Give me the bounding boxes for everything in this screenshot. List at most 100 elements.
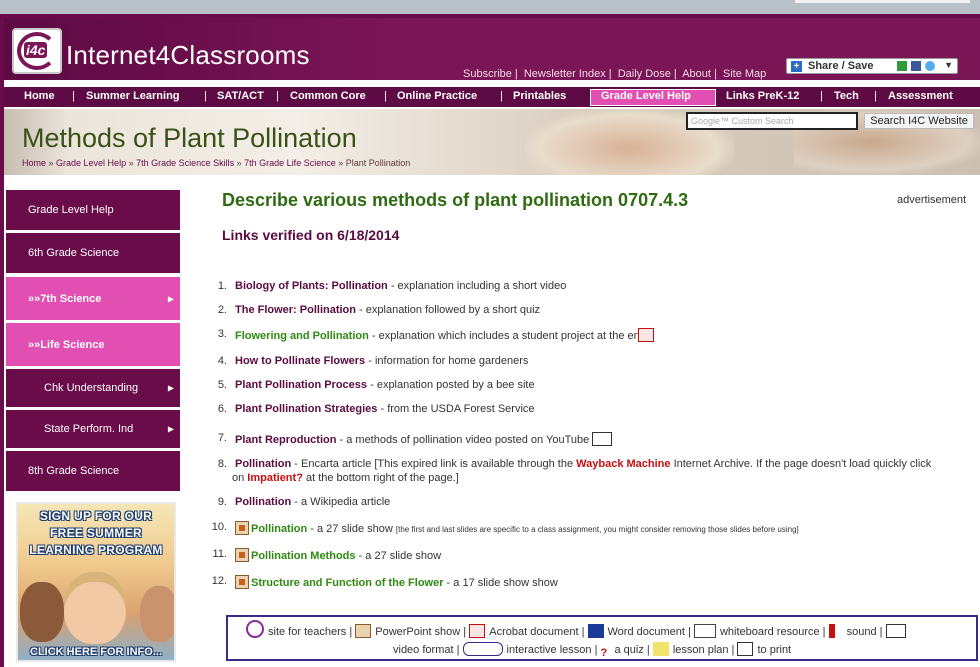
breadcrumb-7th-life-science[interactable]: 7th Grade Life Science: [244, 158, 336, 168]
advertisement-label: advertisement: [897, 194, 967, 206]
nav-common-core[interactable]: Common Core: [290, 90, 366, 102]
resource-link[interactable]: The Flower: Pollination: [235, 304, 356, 316]
resource-link[interactable]: Pollination: [251, 523, 307, 535]
share-save-button[interactable]: + Share / Save ▼: [786, 58, 958, 74]
resource-link[interactable]: Plant Pollination Process: [235, 379, 367, 391]
sidebar-item-grade-level-help[interactable]: Grade Level Help: [6, 190, 180, 230]
share-email-icon: [897, 61, 907, 71]
promo-headline: SIGN UP FOR OUR FREE SUMMER LEARNING PRO…: [29, 509, 163, 557]
sidebar-item-label: »»Life Science: [28, 338, 105, 351]
twitter-icon: [925, 61, 935, 71]
quiz-icon: ?: [600, 647, 608, 659]
resource-link[interactable]: Plant Pollination Strategies: [235, 403, 377, 415]
sidebar-item-label: 6th Grade Science: [28, 247, 120, 259]
breadcrumb-current: Plant Pollination: [345, 158, 411, 168]
nav-printables[interactable]: Printables: [513, 90, 566, 102]
browser-top-bar: [0, 0, 980, 14]
whiteboard-icon: [693, 624, 716, 638]
sidebar-item-label: 8th Grade Science: [28, 465, 120, 477]
toplink-newsletter[interactable]: Newsletter Index: [524, 68, 606, 80]
site-name[interactable]: Internet4Classrooms: [66, 40, 310, 71]
sidebar-item-state-perform[interactable]: State Perform. Ind ▶: [6, 410, 180, 448]
breadcrumb-home[interactable]: Home: [22, 158, 46, 168]
powerpoint-icon: [235, 548, 249, 562]
plus-icon: +: [791, 61, 802, 72]
share-label: Share / Save: [808, 60, 874, 72]
print-icon: [737, 642, 754, 656]
icon-legend: site for teachers | PowerPoint show | Ac…: [226, 615, 978, 661]
breadcrumb-grade-level-help[interactable]: Grade Level Help: [56, 158, 126, 168]
resource-link[interactable]: Pollination Methods: [251, 550, 356, 562]
double-chevron-icon: »»: [28, 338, 41, 351]
search-button[interactable]: Search I4C Website: [864, 113, 974, 129]
sound-icon: [828, 624, 843, 638]
acrobat-icon: [469, 624, 486, 638]
resource-link[interactable]: Pollination: [235, 496, 291, 508]
lesson-plan-icon: [652, 642, 669, 656]
nav-grade-level-help[interactable]: Grade Level Help: [601, 90, 691, 102]
nav-assessment[interactable]: Assessment: [888, 90, 953, 102]
legend-row-2: video format | interactive lesson | ? a q…: [393, 642, 792, 659]
breadcrumb-7th-science-skills[interactable]: 7th Grade Science Skills: [136, 158, 234, 168]
toplink-subscribe[interactable]: Subscribe: [463, 68, 512, 80]
logo-text: i4c: [24, 42, 48, 58]
search-input[interactable]: Google™ Custom Search: [686, 112, 858, 130]
sidebar-item-life-science[interactable]: »»Life Science: [6, 323, 180, 366]
breadcrumb: Home » Grade Level Help » 7th Grade Scie…: [22, 158, 411, 168]
nav-links-prek12[interactable]: Links PreK-12: [726, 90, 799, 102]
interactive-lesson-icon: [462, 642, 503, 656]
promo-footer: CLICK HERE FOR INFO...: [30, 646, 162, 658]
resource-link[interactable]: Structure and Function of the Flower: [251, 577, 444, 589]
main-nav: Home | Summer Learning | SAT/ACT | Commo…: [4, 86, 980, 108]
page-frame: i4c Internet4Classrooms Subscribe | Newsl…: [0, 14, 980, 667]
chevron-down-icon: ▼: [944, 60, 953, 70]
sidebar-item-8th-science[interactable]: 8th Grade Science: [6, 451, 180, 491]
sidebar-item-7th-science[interactable]: »»7th Science ▶: [6, 277, 180, 320]
page-inner: i4c Internet4Classrooms Subscribe | Newsl…: [4, 18, 980, 667]
top-bar-strip: [795, 0, 970, 3]
powerpoint-icon: [355, 624, 372, 638]
summer-learning-promo[interactable]: SIGN UP FOR OUR FREE SUMMER LEARNING PRO…: [16, 502, 176, 662]
resource-link[interactable]: Biology of Plants: Pollination: [235, 280, 388, 292]
sidebar-item-6th-science[interactable]: 6th Grade Science: [6, 233, 180, 273]
facebook-icon: [911, 61, 921, 71]
nav-sat-act[interactable]: SAT/ACT: [217, 90, 264, 102]
sidebar-item-chk-understanding[interactable]: Chk Understanding ▶: [6, 369, 180, 407]
toplink-daily-dose[interactable]: Daily Dose: [618, 68, 671, 80]
nav-home[interactable]: Home: [24, 90, 55, 102]
acrobat-document-icon: [637, 328, 654, 342]
main-heading: Describe various methods of plant pollin…: [222, 190, 689, 210]
powerpoint-icon: [235, 575, 249, 589]
chevron-right-icon: ▶: [167, 424, 174, 434]
impatient-link[interactable]: Impatient?: [247, 472, 303, 484]
promo-child-left: [20, 582, 64, 642]
resource-link[interactable]: Plant Reproduction: [235, 434, 336, 446]
double-chevron-icon: »»: [28, 292, 41, 305]
toplink-site-map[interactable]: Site Map: [723, 68, 766, 80]
sidebar-item-label: Grade Level Help: [28, 204, 114, 216]
toplink-about[interactable]: About: [682, 68, 711, 80]
sidebar-item-label: State Perform. Ind: [44, 423, 134, 435]
sidebar-item-label: Chk Understanding: [44, 382, 139, 394]
resource-link[interactable]: Flowering and Pollination: [235, 330, 369, 342]
top-links: Subscribe | Newsletter Index | Daily Dose |…: [463, 68, 767, 80]
site-logo[interactable]: i4c: [12, 28, 62, 74]
chevron-right-icon: ▶: [167, 383, 174, 393]
sidebar-item-label: »»7th Science: [28, 292, 102, 305]
wayback-machine-link[interactable]: Wayback Machine: [576, 458, 670, 470]
nav-summer-learning[interactable]: Summer Learning: [86, 90, 180, 102]
chevron-right-icon: ▶: [167, 294, 174, 303]
promo-child-right: [140, 586, 174, 642]
video-icon: [885, 624, 906, 638]
verified-date: Links verified on 6/18/2014: [222, 227, 400, 243]
powerpoint-icon: [235, 521, 249, 535]
word-icon: [587, 624, 604, 638]
resource-link[interactable]: How to Pollinate Flowers: [235, 355, 365, 367]
resource-link[interactable]: Pollination: [235, 458, 291, 470]
page-banner: Methods of Plant Pollination Home » Grad…: [4, 109, 980, 175]
page-title: Methods of Plant Pollination: [22, 123, 357, 153]
nav-online-practice[interactable]: Online Practice: [397, 90, 477, 102]
site-header: i4c Internet4Classrooms Subscribe | Newsl…: [4, 18, 980, 80]
apple-icon: [246, 620, 264, 638]
nav-tech[interactable]: Tech: [834, 90, 859, 102]
